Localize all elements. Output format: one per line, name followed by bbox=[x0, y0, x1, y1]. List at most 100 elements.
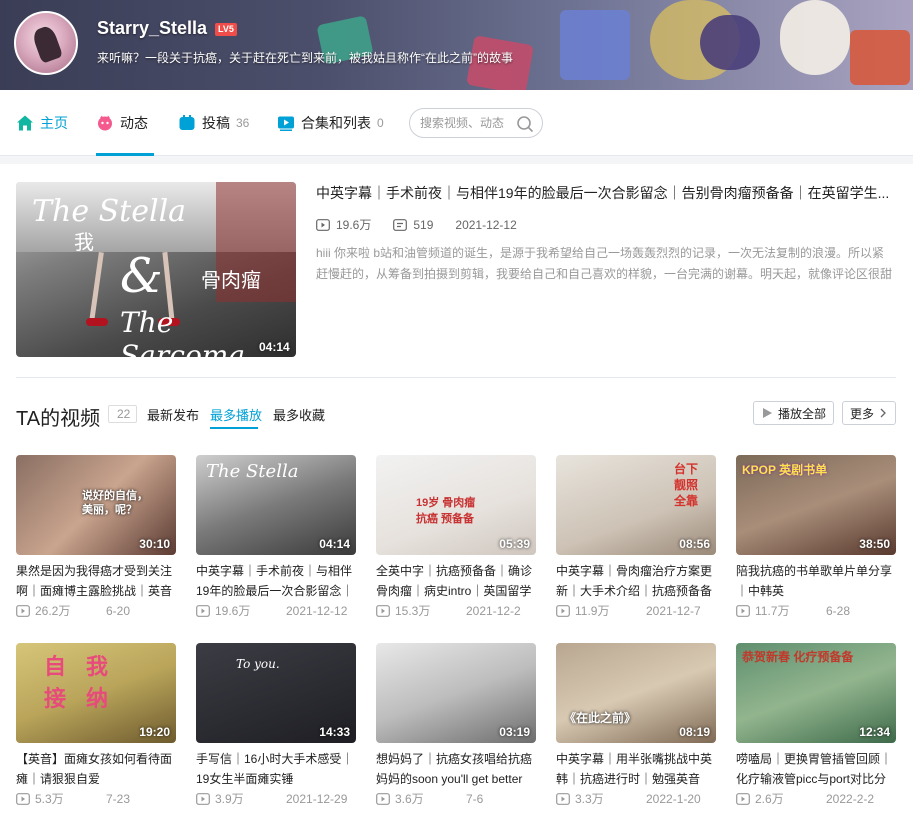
play-count-icon bbox=[736, 792, 750, 805]
video-plays: 11.9万 bbox=[575, 604, 610, 618]
video-card[interactable]: 说好的自信，美丽，呢？ 30:10 果然是因为我得癌才受到关注啊｜面瘫博主露脸挑战｜… bbox=[16, 455, 176, 619]
video-title[interactable]: 想妈妈了｜抗癌女孩唱给抗癌妈妈的soon you'll get better bbox=[376, 749, 536, 789]
gift-box-decoration bbox=[560, 10, 630, 80]
video-date: 6-20 bbox=[106, 603, 131, 618]
video-thumbnail[interactable]: 《在此之前》 08:19 bbox=[556, 643, 716, 743]
video-title[interactable]: 中英字幕｜用半张嘴挑战中英韩｜抗癌进行时｜勉强英音 bbox=[556, 749, 716, 789]
video-title[interactable]: 果然是因为我得癌才受到关注啊｜面瘫博主露脸挑战｜英音 bbox=[16, 561, 176, 601]
thumbnail-caption: 说好的自信，美丽，呢？ bbox=[82, 490, 148, 516]
video-plays: 3.9万 bbox=[215, 792, 244, 806]
video-card[interactable]: 03:19 想妈妈了｜抗癌女孩唱给抗癌妈妈的soon you'll get bet… bbox=[376, 643, 536, 807]
video-plays: 19.6万 bbox=[215, 604, 251, 618]
video-date: 7-23 bbox=[106, 791, 131, 806]
video-card[interactable]: 《在此之前》 08:19 中英字幕｜用半张嘴挑战中英韩｜抗癌进行时｜勉强英音 3.3万… bbox=[556, 643, 716, 807]
video-title[interactable]: 中英字幕｜骨肉瘤治疗方案更新｜大手术介绍｜抗癌预备备 bbox=[556, 561, 716, 601]
video-title[interactable]: 手写信｜16小时大手术感受｜19女生半面瘫实锤 bbox=[196, 749, 356, 789]
thumbnail-caption: 恭贺新春 化疗预备备 bbox=[742, 650, 854, 664]
video-date: 2022-1-20 bbox=[646, 791, 701, 806]
featured-date: 2021-12-12 bbox=[455, 217, 517, 232]
thumbnail-caption: 台下靓照全靠 bbox=[674, 462, 699, 508]
video-thumbnail[interactable]: 19岁 骨肉瘤 抗癌 预备备 05:39 bbox=[376, 455, 536, 555]
play-all-button[interactable]: 播放全部 bbox=[753, 401, 834, 425]
video-card[interactable]: The Stella 04:14 中英字幕｜手术前夜｜与相伴19年的脸最后一次合影留… bbox=[196, 455, 356, 619]
video-thumbnail[interactable]: 说好的自信，美丽，呢？ 30:10 bbox=[16, 455, 176, 555]
search-input[interactable] bbox=[420, 116, 516, 130]
play-icon bbox=[762, 408, 772, 418]
video-meta: 11.7万 6-28 bbox=[736, 602, 896, 619]
avatar[interactable] bbox=[14, 11, 78, 75]
video-card[interactable]: 台下靓照全靠 08:56 中英字幕｜骨肉瘤治疗方案更新｜大手术介绍｜抗癌预备备 11.… bbox=[556, 455, 716, 619]
thumbnail-caption: KPOP 英剧书单 bbox=[742, 463, 828, 477]
video-meta: 26.2万 6-20 bbox=[16, 602, 176, 619]
play-count-icon bbox=[556, 792, 570, 805]
play-count-icon bbox=[736, 604, 750, 617]
video-title[interactable]: 【英音】面瘫女孩如何看待面瘫｜请狠狠自爱 bbox=[16, 749, 176, 789]
sort-tab-most-played[interactable]: 最多播放 bbox=[210, 405, 262, 424]
play-count-icon bbox=[196, 792, 210, 805]
play-count-icon bbox=[556, 604, 570, 617]
video-thumbnail[interactable]: KPOP 英剧书单 38:50 bbox=[736, 455, 896, 555]
profile-banner: Starry_Stella LV5 来听嘛？一段关于抗癌，关于赶在死亡到来前，被… bbox=[0, 0, 913, 90]
video-title[interactable]: 中英字幕｜手术前夜｜与相伴19年的脸最后一次合影留念｜ bbox=[196, 561, 356, 601]
video-date: 2022-2-2 bbox=[826, 791, 875, 806]
video-meta: 3.9万 2021-12-29 bbox=[196, 790, 356, 807]
search-icon[interactable] bbox=[516, 115, 534, 138]
thumb-title-top: The Stella bbox=[32, 194, 187, 229]
featured-video-title[interactable]: 中英字幕｜手术前夜｜与相伴19年的脸最后一次合影留念｜告别骨肉瘤预备备｜在英留学… bbox=[316, 183, 906, 203]
tab-collections[interactable]: 合集和列表 0 bbox=[277, 90, 384, 156]
video-title[interactable]: 全英中字｜抗癌预备备｜确诊骨肉瘤｜病史intro｜英国留学 bbox=[376, 561, 536, 601]
featured-duration: 04:14 bbox=[259, 340, 290, 354]
more-label: 更多 bbox=[849, 406, 874, 421]
video-thumbnail[interactable]: 恭贺新春 化疗预备备 12:34 bbox=[736, 643, 896, 743]
featured-plays: 19.6万 bbox=[336, 218, 372, 232]
sort-tab-most-favorited[interactable]: 最多收藏 bbox=[273, 405, 325, 424]
thumb-title-cn2: 骨肉瘤 bbox=[201, 270, 261, 292]
bunny-plush-decoration bbox=[780, 0, 850, 75]
tab-dynamic[interactable]: 动态 bbox=[96, 90, 148, 156]
collections-count: 0 bbox=[377, 116, 384, 130]
tab-uploads-label: 投稿 bbox=[202, 115, 230, 131]
video-thumbnail[interactable]: To you. 14:33 bbox=[196, 643, 356, 743]
videos-count-badge: 22 bbox=[108, 405, 138, 423]
level-badge: LV5 bbox=[215, 23, 237, 36]
featured-video-thumbnail[interactable]: The Stella 我 & 骨肉瘤 The Sarcoma bbox=[16, 182, 296, 357]
play-count-icon bbox=[316, 218, 330, 231]
play-count-icon bbox=[376, 792, 390, 805]
play-count-icon bbox=[376, 604, 390, 617]
video-meta: 11.9万 2021-12-7 bbox=[556, 602, 716, 619]
video-plays: 3.6万 bbox=[395, 792, 424, 806]
video-thumbnail[interactable]: 03:19 bbox=[376, 643, 536, 743]
video-card[interactable]: KPOP 英剧书单 38:50 陪我抗癌的书单歌单片单分享｜中韩英 11.7万 6-28 bbox=[736, 455, 896, 619]
video-date: 2021-12-12 bbox=[286, 603, 348, 618]
uploads-icon bbox=[178, 114, 196, 132]
video-thumbnail[interactable]: 台下靓照全靠 08:56 bbox=[556, 455, 716, 555]
home-icon bbox=[16, 114, 34, 132]
thumbnail-caption: 自我 接纳 bbox=[44, 654, 129, 711]
video-date: 7-6 bbox=[466, 791, 484, 806]
video-title[interactable]: 陪我抗癌的书单歌单片单分享｜中韩英 bbox=[736, 561, 896, 601]
video-meta: 5.3万 7-23 bbox=[16, 790, 176, 807]
video-thumbnail[interactable]: 自我 接纳 19:20 bbox=[16, 643, 176, 743]
thumb-title-cn1: 我 bbox=[74, 232, 94, 254]
sort-tab-latest[interactable]: 最新发布 bbox=[147, 405, 199, 424]
tab-home[interactable]: 主页 bbox=[16, 90, 68, 156]
uploads-count: 36 bbox=[236, 116, 250, 130]
video-title[interactable]: 唠嗑局｜更换胃管插管回顾｜化疗输液管picc与port对比分 bbox=[736, 749, 896, 789]
video-date: 2021-12-29 bbox=[286, 791, 348, 806]
video-card[interactable]: 恭贺新春 化疗预备备 12:34 唠嗑局｜更换胃管插管回顾｜化疗输液管picc与po… bbox=[736, 643, 896, 807]
video-card[interactable]: 自我 接纳 19:20 【英音】面瘫女孩如何看待面瘫｜请狠狠自爱 5.3万 7-23 bbox=[16, 643, 176, 807]
video-card[interactable]: To you. 14:33 手写信｜16小时大手术感受｜19女生半面瘫实锤 3.9万 2… bbox=[196, 643, 356, 807]
divider bbox=[16, 377, 896, 378]
search-box[interactable] bbox=[409, 108, 543, 138]
video-card[interactable]: 19岁 骨肉瘤 抗癌 预备备 05:39 全英中字｜抗癌预备备｜确诊骨肉瘤｜病史in… bbox=[376, 455, 536, 619]
tab-uploads[interactable]: 投稿 36 bbox=[178, 90, 249, 156]
profile-nav: 主页 动态 投稿 36 合集和列表 0 bbox=[0, 90, 913, 156]
video-thumbnail[interactable]: The Stella 04:14 bbox=[196, 455, 356, 555]
video-duration: 03:19 bbox=[499, 725, 530, 739]
collections-icon bbox=[277, 114, 295, 132]
comment-count-icon bbox=[393, 218, 408, 231]
username[interactable]: Starry_Stella bbox=[97, 18, 207, 39]
more-button[interactable]: 更多 bbox=[842, 401, 896, 425]
section-divider bbox=[0, 156, 913, 164]
video-duration: 05:39 bbox=[499, 537, 530, 551]
